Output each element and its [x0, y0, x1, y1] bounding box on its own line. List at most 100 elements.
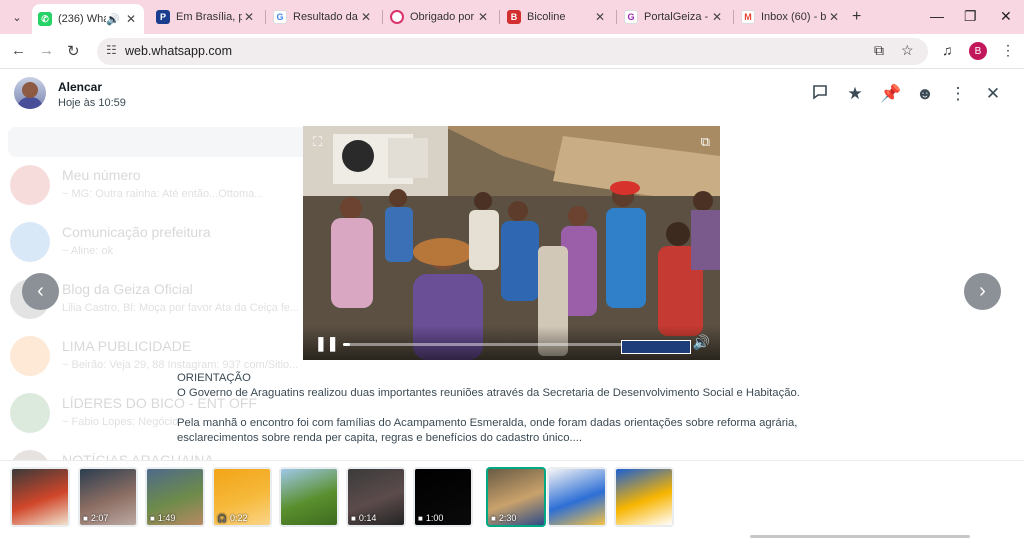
browser-menu-icon[interactable]: ⋮ [1001, 42, 1015, 59]
chat-name: Comunicação prefeitura [62, 224, 211, 240]
thumbnail-duration: ■ 1:00 [418, 513, 443, 523]
forward-arrow-icon[interactable]: → [39, 42, 54, 59]
media-thumbnail[interactable]: ■ 0:14 [346, 467, 406, 527]
tab-title: PortalGeiza - Notícias [644, 11, 710, 23]
back-arrow-icon[interactable]: ← [11, 42, 26, 59]
chat-name: Meu número [62, 167, 141, 183]
media-thumbnail[interactable]: 🎧 0:22 [212, 467, 272, 527]
video-progress-fill [343, 343, 350, 346]
p-icon: P [156, 10, 170, 24]
close-tab-icon[interactable]: ✕ [242, 10, 256, 24]
duration-text: 2:30 [498, 513, 517, 523]
chat-avatar [10, 336, 50, 376]
sender-avatar[interactable] [14, 77, 46, 109]
tab-bicoline[interactable]: B Bicoline ✕ [501, 4, 613, 30]
thumbnail-duration: ■ 2:07 [83, 513, 108, 523]
restore-icon[interactable]: ❐ [964, 8, 977, 25]
chat-name: LIMA PUBLICIDADE [62, 338, 192, 354]
media-thumbnail[interactable] [614, 467, 674, 527]
media-thumbnail[interactable] [279, 467, 339, 527]
tab-divider [616, 10, 617, 24]
video-controls: ❚❚ 🔊 [303, 326, 720, 360]
site-settings-icon[interactable]: ☷ [106, 43, 117, 57]
pause-icon[interactable]: ❚❚ [315, 335, 338, 352]
close-viewer-icon[interactable]: ✕ [983, 84, 1003, 104]
minimize-icon[interactable]: — [930, 8, 944, 24]
chat-name: Blog da Geiza Oficial [62, 281, 193, 297]
thumbnail-scrollbar[interactable] [750, 535, 970, 538]
tab-title: Em Brasília, presidente [176, 11, 242, 23]
thumbnail-duration: 🎧 0:22 [217, 513, 248, 523]
thumbnail-duration: ■ 1:49 [150, 513, 175, 523]
g-icon: G [624, 10, 638, 24]
browser-toolbar: ← → ↻ ☷ web.whatsapp.com ⧉ ☆ ♫ B ⋮ [0, 34, 1024, 69]
bookmark-star-icon[interactable]: ☆ [901, 42, 914, 59]
pin-icon[interactable]: 📌 [880, 84, 901, 104]
picture-in-picture-icon[interactable]: ⧉ [701, 134, 710, 150]
tab-title: Obrigado por se inscrever [410, 11, 476, 23]
url-text[interactable]: web.whatsapp.com [125, 44, 232, 58]
duration-text: 0:22 [229, 513, 248, 523]
next-media-button[interactable]: › [964, 273, 1001, 310]
tab-brasilia[interactable]: P Em Brasília, presidente ✕ [150, 4, 262, 30]
video-player[interactable]: ⛶ ⧉ ❚❚ 🔊 [303, 126, 720, 360]
video-camera-icon: ■ [491, 513, 496, 523]
duration-text: 2:07 [90, 513, 109, 523]
more-options-icon[interactable]: ⋮ [948, 84, 968, 104]
tab-obrigado[interactable]: Obrigado por se inscrever ✕ [384, 4, 496, 30]
star-icon[interactable]: ★ [845, 84, 865, 104]
google-icon: G [273, 10, 287, 24]
address-bar[interactable]: ☷ web.whatsapp.com ⧉ ☆ [97, 38, 928, 65]
sender-name[interactable]: Alencar [58, 80, 102, 94]
tab-search-icon[interactable]: ⌄ [6, 6, 28, 28]
headphones-icon: 🎧 [217, 513, 227, 523]
close-tab-icon[interactable]: ✕ [710, 10, 724, 24]
tab-whatsapp[interactable]: ✆ (236) WhatsApp 🔊 ✕ [32, 4, 144, 34]
tab-divider [265, 10, 266, 24]
media-thumbnail[interactable]: ■ 1:49 [145, 467, 205, 527]
fullscreen-icon[interactable]: ⛶ [313, 134, 322, 150]
video-frame [303, 126, 720, 360]
go-to-message-icon[interactable] [810, 84, 830, 105]
reload-icon[interactable]: ↻ [67, 42, 80, 60]
close-tab-icon[interactable]: ✕ [359, 10, 373, 24]
government-logo-watermark [621, 340, 691, 354]
media-caption: ORIENTAÇÃO O Governo de Araguatins reali… [177, 372, 800, 444]
tab-title: Bicoline [527, 11, 566, 23]
chat-preview: ~ MG: Outra rainha: Até então...Ottoma..… [62, 188, 264, 200]
close-tab-icon[interactable]: ✕ [593, 10, 607, 24]
gmail-icon: M [741, 10, 755, 24]
close-tab-icon[interactable]: ✕ [476, 10, 490, 24]
audio-playing-icon[interactable]: 🔊 [106, 13, 120, 26]
tab-divider [733, 10, 734, 24]
tab-title: (236) WhatsApp [58, 13, 106, 25]
media-controls-icon[interactable]: ♫ [942, 42, 953, 58]
tab-gmail-inbox[interactable]: M Inbox (60) - bicoline ✕ [735, 4, 847, 30]
media-thumbnail[interactable] [10, 467, 70, 527]
volume-icon[interactable]: 🔊 [693, 334, 710, 351]
o-icon [390, 10, 404, 24]
tab-title: Inbox (60) - bicoline [761, 11, 827, 23]
media-thumbnail[interactable]: ■ 2:07 [78, 467, 138, 527]
media-viewer-header: Alencar Hoje às 10:59 ★ 📌 ☻ ⋮ ✕ [0, 69, 1024, 119]
previous-media-button[interactable]: ‹ [22, 273, 59, 310]
install-app-icon[interactable]: ⧉ [874, 42, 884, 59]
sent-time: Hoje às 10:59 [58, 97, 126, 109]
media-thumbnail[interactable] [547, 467, 607, 527]
close-tab-icon[interactable]: ✕ [827, 10, 841, 24]
new-tab-icon[interactable]: + [852, 8, 861, 26]
chat-avatar [10, 393, 50, 433]
media-thumbnail[interactable]: ■ 1:00 [413, 467, 473, 527]
react-emoji-icon[interactable]: ☻ [915, 84, 935, 104]
profile-avatar[interactable]: B [969, 42, 987, 60]
close-tab-icon[interactable]: ✕ [124, 12, 138, 26]
media-thumbnail[interactable]: ■ 2:30 [486, 467, 546, 527]
close-window-icon[interactable]: ✕ [1000, 8, 1012, 25]
chat-avatar [10, 222, 50, 262]
chat-preview: ~ Fabio Lopes: Negócio [62, 416, 179, 428]
browser-tab-strip: ⌄ ✆ (236) WhatsApp 🔊 ✕ P Em Brasília, pr… [0, 0, 1024, 34]
tab-google-results[interactable]: G Resultado da pesquisa ✕ [267, 4, 379, 30]
duration-text: 1:49 [157, 513, 176, 523]
tab-portalgeiza[interactable]: G PortalGeiza - Notícias ✕ [618, 4, 730, 30]
video-camera-icon: ■ [351, 513, 356, 523]
